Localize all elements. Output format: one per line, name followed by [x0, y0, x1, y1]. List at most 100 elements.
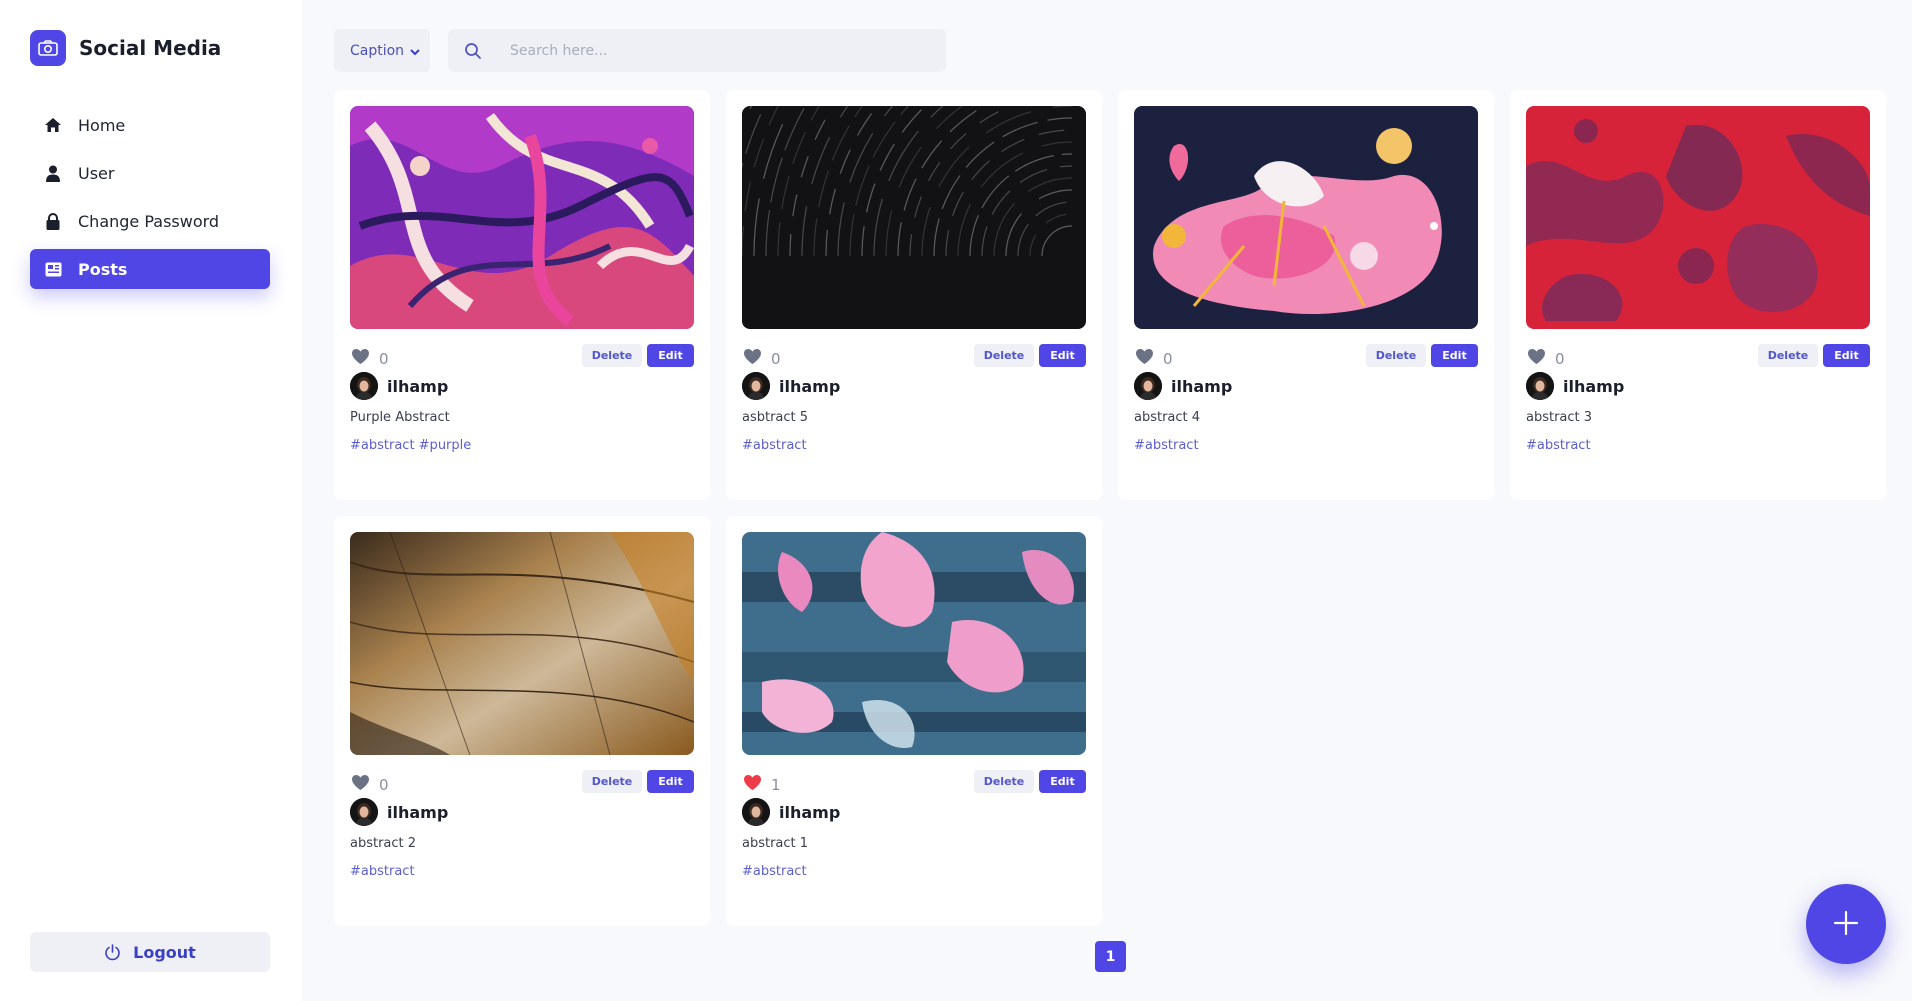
sidebar-item-change-password[interactable]: Change Password — [30, 201, 270, 241]
delete-button[interactable]: Delete — [582, 770, 642, 793]
search-icon — [464, 42, 482, 64]
wood-texture-image[interactable] — [350, 532, 694, 755]
avatar — [742, 372, 770, 400]
heart-icon — [1527, 348, 1546, 369]
pink-splash-image[interactable] — [1134, 106, 1478, 329]
edit-button[interactable]: Edit — [1431, 344, 1478, 367]
post-caption: asbtract 5 — [742, 410, 809, 425]
logout-button[interactable]: Logout — [30, 932, 270, 972]
delete-button[interactable]: Delete — [1758, 344, 1818, 367]
search-bar — [448, 29, 946, 72]
post-author[interactable]: ilhamp — [742, 372, 840, 400]
edit-button[interactable]: Edit — [647, 344, 694, 367]
post-tags[interactable]: #abstract — [1526, 438, 1591, 453]
post-card: 0 Delete Edit ilhamp abstract 3 #abstract — [1510, 90, 1886, 500]
sidebar-item-label: Change Password — [78, 211, 220, 231]
post-card: 0 Delete Edit ilhamp asbtract 5 #abstract — [726, 90, 1102, 500]
sidebar-item-label: Home — [78, 115, 126, 135]
sidebar-nav: Home User Change Password Posts — [30, 105, 270, 297]
star-trails-image[interactable] — [742, 106, 1086, 329]
sidebar-item-user[interactable]: User — [30, 153, 270, 193]
post-caption: Purple Abstract — [350, 410, 450, 425]
avatar — [1134, 372, 1162, 400]
post-author[interactable]: ilhamp — [1526, 372, 1624, 400]
blue-pink-paint-image[interactable] — [742, 532, 1086, 755]
logout-label: Logout — [133, 942, 196, 962]
pagination-page-button[interactable]: 1 — [1095, 941, 1126, 972]
like-button[interactable]: 0 — [1135, 348, 1173, 369]
red-texture-image[interactable] — [1526, 106, 1870, 329]
chevron-down-icon — [410, 44, 420, 60]
post-tags[interactable]: #abstract — [1134, 438, 1199, 453]
avatar — [1526, 372, 1554, 400]
heart-icon — [743, 348, 762, 369]
author-name: ilhamp — [1171, 376, 1233, 396]
like-count: 0 — [379, 775, 389, 794]
filter-select[interactable]: Caption — [334, 29, 430, 72]
edit-button[interactable]: Edit — [1039, 344, 1086, 367]
avatar — [350, 372, 378, 400]
heart-icon — [351, 348, 370, 369]
post-caption: abstract 3 — [1526, 410, 1593, 425]
lock-icon — [44, 212, 62, 230]
like-count: 0 — [771, 349, 781, 368]
sidebar-item-posts[interactable]: Posts — [30, 249, 270, 289]
delete-button[interactable]: Delete — [974, 344, 1034, 367]
filter-value: Caption — [350, 42, 405, 59]
sidebar-item-label: Posts — [78, 259, 128, 279]
power-icon — [104, 943, 121, 961]
post-card: 0 Delete Edit ilhamp abstract 4 #abstract — [1118, 90, 1494, 500]
post-tags[interactable]: #abstract — [742, 864, 807, 879]
like-button[interactable]: 0 — [1527, 348, 1565, 369]
sidebar-item-label: User — [78, 163, 115, 183]
author-name: ilhamp — [1563, 376, 1625, 396]
post-tags[interactable]: #abstract — [742, 438, 807, 453]
heart-icon — [351, 774, 370, 795]
like-count: 0 — [379, 349, 389, 368]
post-caption: abstract 1 — [742, 836, 809, 851]
brand: Social Media — [30, 30, 221, 66]
like-button[interactable]: 0 — [743, 348, 781, 369]
home-icon — [44, 116, 62, 134]
heart-icon — [1135, 348, 1154, 369]
user-icon — [44, 164, 62, 182]
avatar — [742, 798, 770, 826]
app-title: Social Media — [79, 36, 222, 60]
post-author[interactable]: ilhamp — [1134, 372, 1232, 400]
edit-button[interactable]: Edit — [1039, 770, 1086, 793]
edit-button[interactable]: Edit — [1823, 344, 1870, 367]
delete-button[interactable]: Delete — [582, 344, 642, 367]
sidebar-item-home[interactable]: Home — [30, 105, 270, 145]
plus-icon — [1833, 910, 1859, 939]
delete-button[interactable]: Delete — [974, 770, 1034, 793]
like-count: 0 — [1555, 349, 1565, 368]
post-tags[interactable]: #abstract — [350, 864, 415, 879]
sidebar: Social Media Home User Change Password P… — [0, 0, 302, 1001]
post-author[interactable]: ilhamp — [350, 798, 448, 826]
author-name: ilhamp — [387, 802, 449, 822]
add-post-button[interactable] — [1806, 884, 1886, 964]
like-count: 1 — [771, 775, 781, 794]
author-name: ilhamp — [387, 376, 449, 396]
post-card: 1 Delete Edit ilhamp abstract 1 #abstract — [726, 516, 1102, 926]
post-card: 0 Delete Edit ilhamp abstract 2 #abstract — [334, 516, 710, 926]
camera-icon — [30, 30, 66, 66]
avatar — [350, 798, 378, 826]
search-input[interactable] — [510, 29, 930, 72]
post-caption: abstract 2 — [350, 836, 417, 851]
post-author[interactable]: ilhamp — [350, 372, 448, 400]
like-button[interactable]: 1 — [743, 774, 781, 795]
edit-button[interactable]: Edit — [647, 770, 694, 793]
purple-abstract-image[interactable] — [350, 106, 694, 329]
heart-icon — [743, 774, 762, 795]
delete-button[interactable]: Delete — [1366, 344, 1426, 367]
like-count: 0 — [1163, 349, 1173, 368]
like-button[interactable]: 0 — [351, 774, 389, 795]
post-author[interactable]: ilhamp — [742, 798, 840, 826]
post-caption: abstract 4 — [1134, 410, 1201, 425]
posts-icon — [44, 260, 62, 278]
post-tags[interactable]: #abstract #purple — [350, 438, 471, 453]
like-button[interactable]: 0 — [351, 348, 389, 369]
author-name: ilhamp — [779, 376, 841, 396]
post-card: 0 Delete Edit ilhamp Purple Abstract #abstrac… — [334, 90, 710, 500]
